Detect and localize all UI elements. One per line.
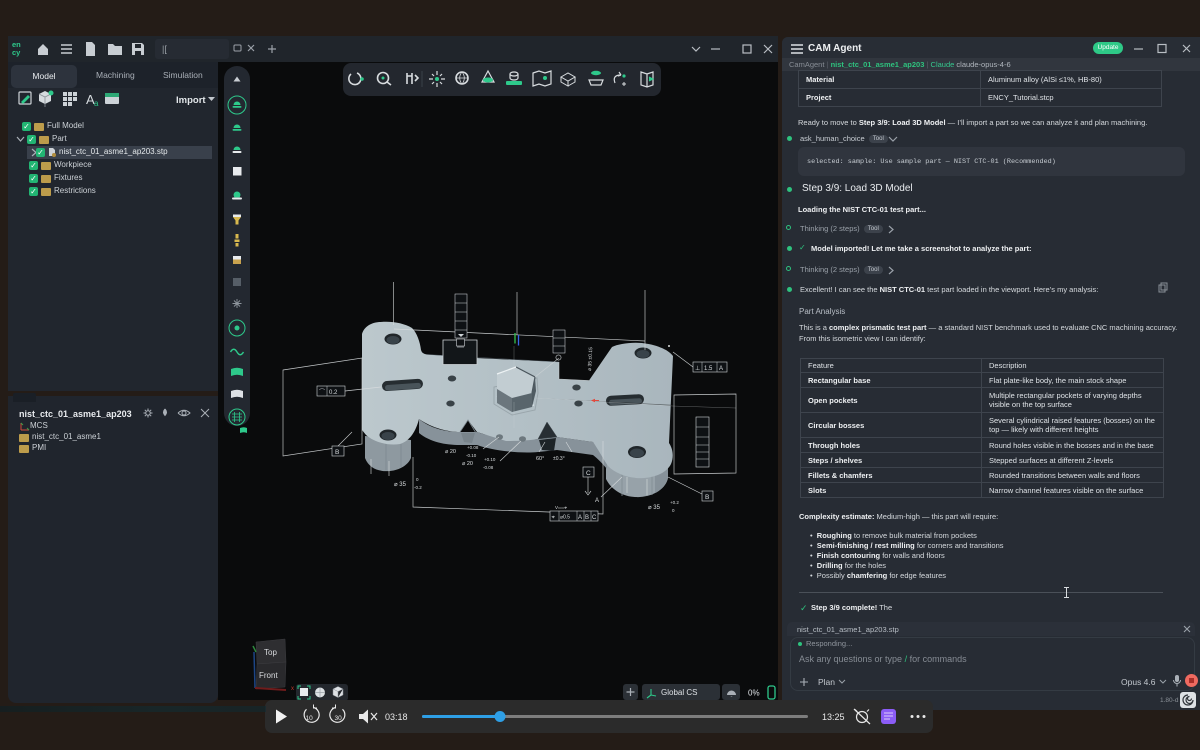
svg-text:-0.08: -0.08 [483,465,494,470]
svg-text:-0.2: -0.2 [414,485,422,490]
svg-text:-0.10: -0.10 [466,453,477,458]
svg-text:Import: Import [176,95,206,106]
svg-text:±0.3°: ±0.3° [553,456,565,462]
svg-text:a: a [94,99,99,108]
svg-text:03:18: 03:18 [385,712,408,722]
svg-text:10: 10 [306,715,314,722]
svg-text:⌀ 20: ⌀ 20 [462,461,473,467]
svg-text:cy: cy [12,48,21,57]
svg-text:x: x [291,686,294,692]
svg-text:⌀0.5: ⌀0.5 [560,515,570,521]
svg-text:0%: 0% [748,689,760,698]
svg-text:V══⌖: V══⌖ [555,505,567,510]
svg-text:60°: 60° [536,456,544,462]
svg-text:+0.2: +0.2 [670,500,679,505]
svg-text:30: 30 [335,715,343,722]
svg-text:⏜: ⏜ [319,388,325,396]
svg-text:⊥: ⊥ [695,365,700,372]
svg-text:Top: Top [264,648,277,657]
svg-text:A: A [595,498,599,504]
svg-text:B: B [705,494,709,501]
svg-text:⌀ 35: ⌀ 35 [394,482,407,488]
svg-text:C: C [586,470,591,477]
svg-text:|[: |[ [162,44,167,54]
svg-text:0.2: 0.2 [329,390,338,396]
svg-text:+0.08: +0.08 [467,445,479,450]
svg-text:B: B [335,449,339,456]
svg-text:A: A [719,366,723,372]
svg-text:0: 0 [416,477,419,482]
svg-text:0: 0 [672,508,675,513]
svg-text:⌀ 20: ⌀ 20 [445,449,456,455]
svg-text:C: C [592,515,597,521]
svg-text:13:25: 13:25 [822,712,845,722]
svg-text:Global CS: Global CS [661,688,697,697]
svg-text:⌀ 35 ±0.15: ⌀ 35 ±0.15 [587,347,594,371]
svg-text:A: A [578,515,582,521]
svg-text:1.5: 1.5 [704,366,713,372]
svg-text:Front: Front [259,671,278,680]
svg-text:B: B [585,515,589,521]
svg-text:⌀ 35: ⌀ 35 [648,505,661,511]
svg-text:+0.10: +0.10 [484,457,496,462]
